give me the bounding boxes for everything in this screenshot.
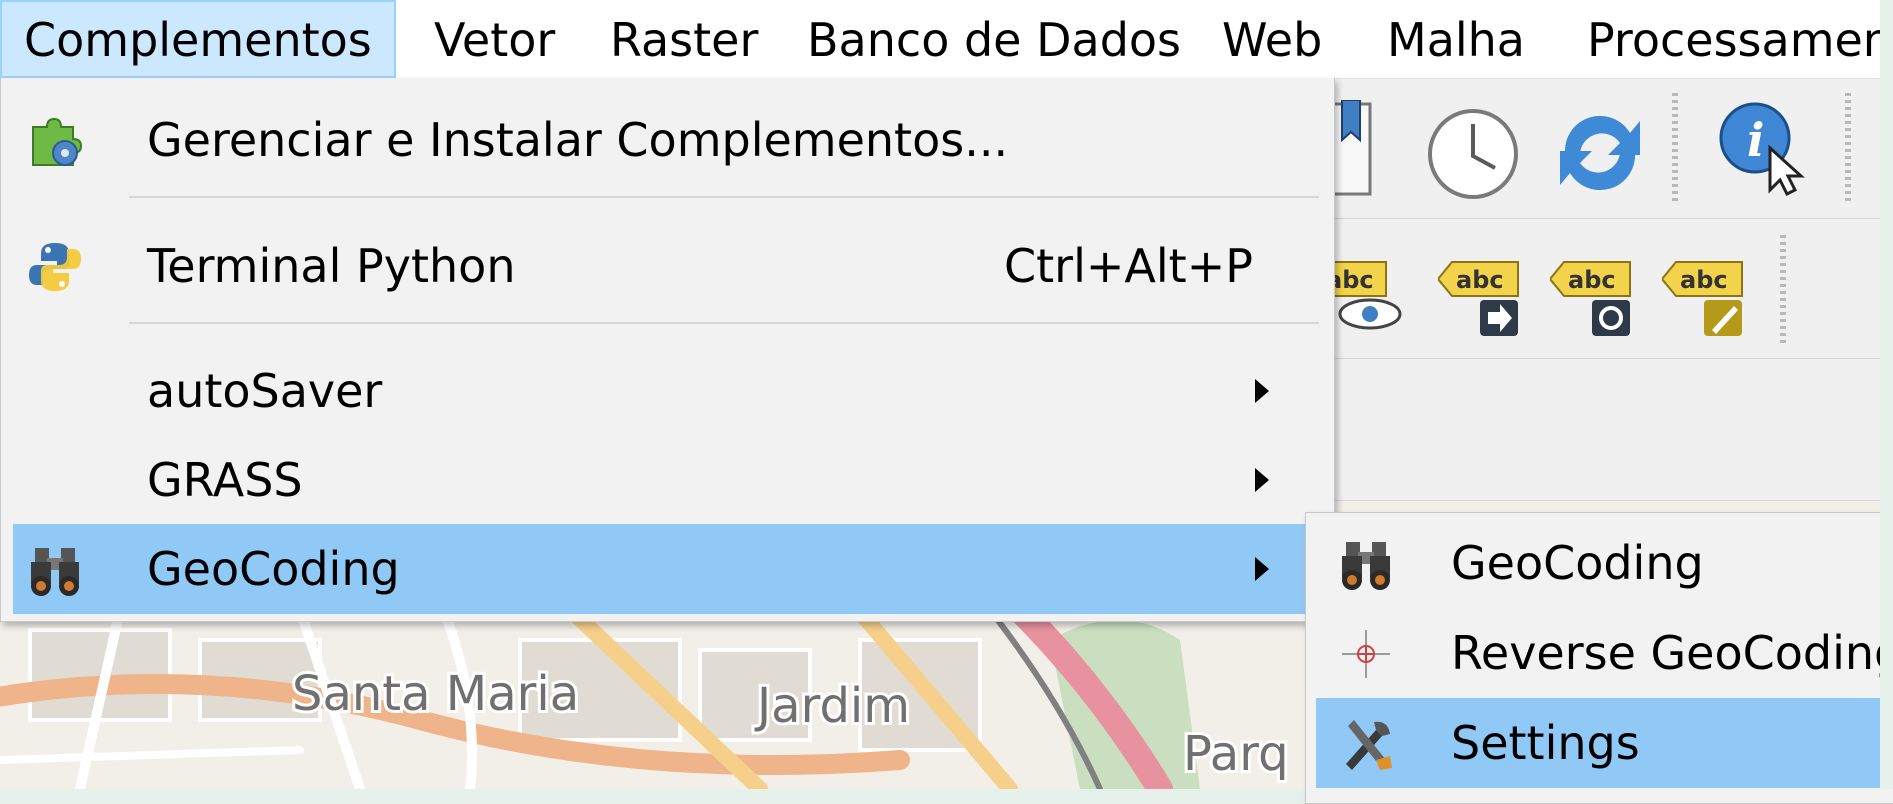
svg-text:abc: abc xyxy=(1568,266,1616,294)
label-edit-icon[interactable]: abc xyxy=(1662,250,1752,340)
plugins-menu: Gerenciar e Instalar Complementos... Ter… xyxy=(0,78,1335,622)
binoculars-icon xyxy=(31,548,79,596)
puzzle-gear-icon xyxy=(32,117,83,166)
menu-banco-de-dados[interactable]: Banco de Dados xyxy=(785,0,1203,78)
menu-item-geocoding[interactable]: GeoCoding xyxy=(13,524,1323,614)
submenu-item-label: GeoCoding xyxy=(1451,536,1704,590)
menu-web[interactable]: Web xyxy=(1200,0,1344,78)
menu-vetor[interactable]: Vetor xyxy=(412,0,577,78)
crosshair-icon xyxy=(1342,630,1390,678)
menu-item-shortcut: Ctrl+Alt+P xyxy=(1004,239,1253,293)
menu-item-python-console[interactable]: Terminal Python Ctrl+Alt+P xyxy=(13,221,1323,311)
map-label-jardim: Jardim xyxy=(754,678,910,734)
submenu-arrow-icon xyxy=(1255,468,1269,492)
svg-text:abc: abc xyxy=(1456,266,1504,294)
svg-text:i: i xyxy=(1747,113,1764,167)
menu-complementos[interactable]: Complementos xyxy=(0,0,396,78)
menu-separator xyxy=(129,322,1319,324)
menu-bar: Complementos Vetor Raster Banco de Dados… xyxy=(0,0,1893,79)
menu-item-label: GeoCoding xyxy=(147,542,400,596)
toolbar-row-2: abc abc abc abc xyxy=(1320,220,1893,359)
submenu-arrow-icon xyxy=(1255,379,1269,403)
identify-icon[interactable]: i xyxy=(1715,98,1815,198)
menu-raster[interactable]: Raster xyxy=(588,0,780,78)
tools-icon xyxy=(1346,720,1392,770)
binoculars-icon xyxy=(1342,542,1390,590)
submenu-item-reverse-geocoding[interactable]: Reverse GeoCoding xyxy=(1316,608,1893,698)
menu-item-label: autoSaver xyxy=(147,364,383,418)
menu-item-label: Gerenciar e Instalar Complementos... xyxy=(147,113,1009,167)
menu-malha[interactable]: Malha xyxy=(1365,0,1547,78)
menu-item-manage-plugins[interactable]: Gerenciar e Instalar Complementos... xyxy=(13,95,1323,185)
map-label-parq: Parq xyxy=(1183,726,1289,782)
menu-item-grass[interactable]: GRASS xyxy=(13,435,1323,525)
submenu-item-label: Reverse GeoCoding xyxy=(1451,626,1893,680)
toolbar-row-3 xyxy=(1320,360,1893,501)
menu-item-label: GRASS xyxy=(147,453,303,507)
toolbar-row-1: i xyxy=(1320,78,1893,219)
window-edge xyxy=(1880,0,1893,789)
menu-item-label: Terminal Python xyxy=(147,239,516,293)
submenu-item-label: Settings xyxy=(1451,716,1640,770)
label-rotate-icon[interactable]: abc xyxy=(1550,250,1640,340)
geocoding-submenu: GeoCoding Reverse GeoCoding Settings xyxy=(1305,512,1893,804)
python-icon xyxy=(29,243,81,291)
label-move-icon[interactable]: abc xyxy=(1438,250,1528,340)
svg-text:abc: abc xyxy=(1680,266,1728,294)
toolbar-area: i abc abc abc abc xyxy=(1320,78,1893,501)
submenu-item-settings[interactable]: Settings xyxy=(1316,698,1893,788)
menu-separator xyxy=(129,196,1319,198)
submenu-arrow-icon xyxy=(1255,557,1269,581)
clock-icon[interactable] xyxy=(1425,106,1521,202)
menu-item-autosaver[interactable]: autoSaver xyxy=(13,346,1323,436)
menu-processamento[interactable]: Processament xyxy=(1565,0,1893,78)
submenu-item-geocoding[interactable]: GeoCoding xyxy=(1316,518,1893,608)
map-label-santa-maria: Santa Maria xyxy=(292,666,579,722)
refresh-icon[interactable] xyxy=(1550,103,1650,203)
